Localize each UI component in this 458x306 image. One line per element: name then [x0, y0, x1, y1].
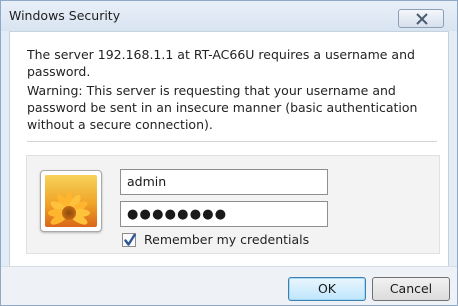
- username-field[interactable]: admin: [120, 169, 328, 195]
- remember-checkbox[interactable]: [122, 233, 136, 247]
- windows-security-dialog: Windows Security The server 192.168.1.1 …: [0, 0, 458, 306]
- divider: [27, 141, 437, 142]
- flower-user-picture-icon: [45, 175, 97, 227]
- password-field[interactable]: ●●●●●●●●: [120, 201, 328, 227]
- close-button[interactable]: [398, 9, 444, 28]
- credential-panel: admin ●●●●●●●● Remember my credentials: [26, 155, 440, 254]
- window-title: Windows Security: [9, 8, 121, 23]
- password-value: ●●●●●●●●: [127, 207, 228, 222]
- checkmark-icon: [124, 233, 136, 246]
- server-message: The server 192.168.1.1 at RT-AC66U requi…: [27, 47, 415, 79]
- ok-button[interactable]: OK: [288, 277, 366, 301]
- username-value: admin: [127, 174, 167, 189]
- security-warning: Warning: This server is requesting that …: [27, 83, 418, 132]
- close-icon: [416, 13, 428, 25]
- remember-label: Remember my credentials: [144, 232, 310, 247]
- cancel-button[interactable]: Cancel: [372, 277, 450, 301]
- dialog-content: The server 192.168.1.1 at RT-AC66U requi…: [9, 31, 449, 266]
- user-tile: [40, 170, 102, 232]
- button-bar: OK Cancel: [1, 266, 457, 305]
- title-bar[interactable]: Windows Security: [1, 1, 457, 31]
